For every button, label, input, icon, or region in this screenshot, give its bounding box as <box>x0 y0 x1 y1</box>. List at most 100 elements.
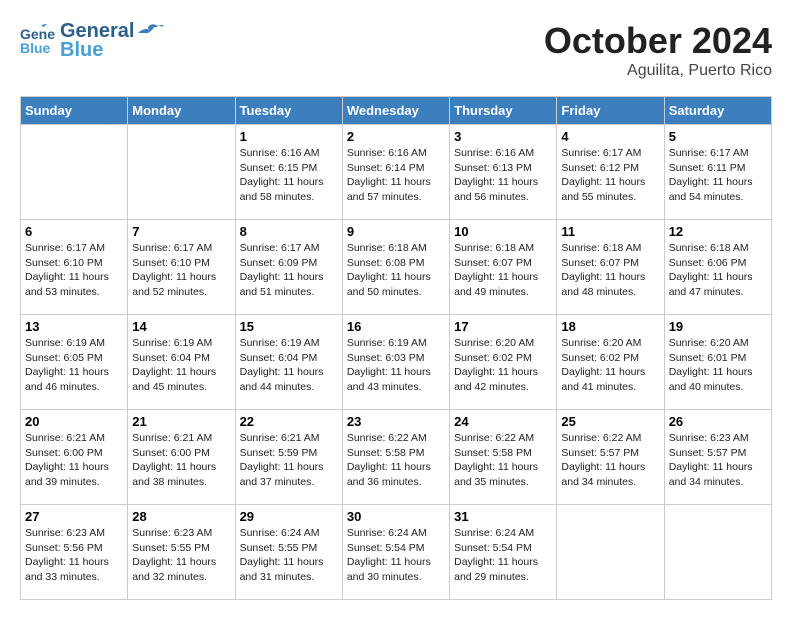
day-info: Sunrise: 6:22 AMSunset: 5:58 PMDaylight:… <box>347 431 445 490</box>
day-number: 23 <box>347 414 445 429</box>
day-number: 13 <box>25 319 123 334</box>
day-number: 4 <box>561 129 659 144</box>
day-number: 11 <box>561 224 659 239</box>
day-number: 10 <box>454 224 552 239</box>
calendar-cell: 9 Sunrise: 6:18 AMSunset: 6:08 PMDaylight… <box>342 220 449 315</box>
day-number: 20 <box>25 414 123 429</box>
calendar-cell: 5 Sunrise: 6:17 AMSunset: 6:11 PMDaylight… <box>664 125 771 220</box>
day-info: Sunrise: 6:18 AMSunset: 6:07 PMDaylight:… <box>454 241 552 300</box>
location: Aguilita, Puerto Rico <box>544 62 772 80</box>
calendar-cell: 1 Sunrise: 6:16 AMSunset: 6:15 PMDaylight… <box>235 125 342 220</box>
day-info: Sunrise: 6:17 AMSunset: 6:12 PMDaylight:… <box>561 146 659 205</box>
calendar-cell: 20 Sunrise: 6:21 AMSunset: 6:00 PMDayligh… <box>21 410 128 505</box>
day-info: Sunrise: 6:19 AMSunset: 6:04 PMDaylight:… <box>132 336 230 395</box>
calendar-cell <box>664 505 771 600</box>
day-info: Sunrise: 6:24 AMSunset: 5:54 PMDaylight:… <box>454 526 552 585</box>
day-number: 5 <box>669 129 767 144</box>
calendar-cell: 27Sunrise: 6:23 AMSunset: 5:56 PMDayligh… <box>21 505 128 600</box>
day-info: Sunrise: 6:19 AMSunset: 6:04 PMDaylight:… <box>240 336 338 395</box>
day-info: Sunrise: 6:17 AMSunset: 6:11 PMDaylight:… <box>669 146 767 205</box>
day-info: Sunrise: 6:16 AMSunset: 6:13 PMDaylight:… <box>454 146 552 205</box>
calendar-cell: 25Sunrise: 6:22 AMSunset: 5:57 PMDayligh… <box>557 410 664 505</box>
page-header: General Blue General Blue October 2024 A… <box>20 20 772 80</box>
day-number: 16 <box>347 319 445 334</box>
day-number: 25 <box>561 414 659 429</box>
day-number: 24 <box>454 414 552 429</box>
day-info: Sunrise: 6:24 AMSunset: 5:55 PMDaylight:… <box>240 526 338 585</box>
calendar-cell: 28 Sunrise: 6:23 AMSunset: 5:55 PMDayligh… <box>128 505 235 600</box>
day-number: 27 <box>25 509 123 524</box>
day-info: Sunrise: 6:21 AMSunset: 5:59 PMDaylight:… <box>240 431 338 490</box>
calendar-cell <box>21 125 128 220</box>
day-info: Sunrise: 6:23 AMSunset: 5:57 PMDaylight:… <box>669 431 767 490</box>
weekday-header: Sunday <box>21 97 128 125</box>
day-info: Sunrise: 6:22 AMSunset: 5:58 PMDaylight:… <box>454 431 552 490</box>
calendar-cell: 11 Sunrise: 6:18 AMSunset: 6:07 PMDayligh… <box>557 220 664 315</box>
day-info: Sunrise: 6:18 AMSunset: 6:07 PMDaylight:… <box>561 241 659 300</box>
calendar-cell: 3 Sunrise: 6:16 AMSunset: 6:13 PMDaylight… <box>450 125 557 220</box>
day-number: 8 <box>240 224 338 239</box>
day-info: Sunrise: 6:17 AMSunset: 6:10 PMDaylight:… <box>25 241 123 300</box>
calendar-cell: 22 Sunrise: 6:21 AMSunset: 5:59 PMDayligh… <box>235 410 342 505</box>
weekday-header: Monday <box>128 97 235 125</box>
calendar-cell: 13 Sunrise: 6:19 AMSunset: 6:05 PMDayligh… <box>21 315 128 410</box>
day-number: 15 <box>240 319 338 334</box>
day-number: 17 <box>454 319 552 334</box>
calendar-week-row: 27Sunrise: 6:23 AMSunset: 5:56 PMDayligh… <box>21 505 772 600</box>
day-number: 1 <box>240 129 338 144</box>
calendar-cell: 4 Sunrise: 6:17 AMSunset: 6:12 PMDaylight… <box>557 125 664 220</box>
weekday-header: Saturday <box>664 97 771 125</box>
calendar-week-row: 6Sunrise: 6:17 AMSunset: 6:10 PMDaylight… <box>21 220 772 315</box>
day-number: 12 <box>669 224 767 239</box>
calendar-cell: 23 Sunrise: 6:22 AMSunset: 5:58 PMDayligh… <box>342 410 449 505</box>
day-info: Sunrise: 6:21 AMSunset: 6:00 PMDaylight:… <box>25 431 123 490</box>
logo: General Blue General Blue <box>20 20 164 62</box>
calendar-cell: 29Sunrise: 6:24 AMSunset: 5:55 PMDayligh… <box>235 505 342 600</box>
calendar-cell: 8 Sunrise: 6:17 AMSunset: 6:09 PMDaylight… <box>235 220 342 315</box>
day-info: Sunrise: 6:16 AMSunset: 6:14 PMDaylight:… <box>347 146 445 205</box>
calendar-week-row: 13 Sunrise: 6:19 AMSunset: 6:05 PMDayligh… <box>21 315 772 410</box>
calendar-cell: 26 Sunrise: 6:23 AMSunset: 5:57 PMDayligh… <box>664 410 771 505</box>
day-number: 7 <box>132 224 230 239</box>
day-number: 3 <box>454 129 552 144</box>
day-info: Sunrise: 6:18 AMSunset: 6:08 PMDaylight:… <box>347 241 445 300</box>
calendar-table: SundayMondayTuesdayWednesdayThursdayFrid… <box>20 96 772 600</box>
calendar-cell: 24 Sunrise: 6:22 AMSunset: 5:58 PMDayligh… <box>450 410 557 505</box>
day-number: 28 <box>132 509 230 524</box>
day-number: 9 <box>347 224 445 239</box>
day-number: 22 <box>240 414 338 429</box>
calendar-cell: 16Sunrise: 6:19 AMSunset: 6:03 PMDayligh… <box>342 315 449 410</box>
month-title: October 2024 <box>544 20 772 62</box>
calendar-cell: 10 Sunrise: 6:18 AMSunset: 6:07 PMDayligh… <box>450 220 557 315</box>
calendar-cell: 30Sunrise: 6:24 AMSunset: 5:54 PMDayligh… <box>342 505 449 600</box>
calendar-cell: 17 Sunrise: 6:20 AMSunset: 6:02 PMDayligh… <box>450 315 557 410</box>
calendar-cell: 14Sunrise: 6:19 AMSunset: 6:04 PMDayligh… <box>128 315 235 410</box>
weekday-header: Thursday <box>450 97 557 125</box>
day-info: Sunrise: 6:20 AMSunset: 6:02 PMDaylight:… <box>454 336 552 395</box>
day-number: 19 <box>669 319 767 334</box>
title-block: October 2024 Aguilita, Puerto Rico <box>544 20 772 80</box>
calendar-cell: 6Sunrise: 6:17 AMSunset: 6:10 PMDaylight… <box>21 220 128 315</box>
calendar-cell <box>128 125 235 220</box>
weekday-header: Tuesday <box>235 97 342 125</box>
day-info: Sunrise: 6:19 AMSunset: 6:05 PMDaylight:… <box>25 336 123 395</box>
day-info: Sunrise: 6:24 AMSunset: 5:54 PMDaylight:… <box>347 526 445 585</box>
calendar-cell: 15 Sunrise: 6:19 AMSunset: 6:04 PMDayligh… <box>235 315 342 410</box>
calendar-header-row: SundayMondayTuesdayWednesdayThursdayFrid… <box>21 97 772 125</box>
calendar-cell <box>557 505 664 600</box>
day-info: Sunrise: 6:17 AMSunset: 6:09 PMDaylight:… <box>240 241 338 300</box>
weekday-header: Friday <box>557 97 664 125</box>
calendar-cell: 2 Sunrise: 6:16 AMSunset: 6:14 PMDaylight… <box>342 125 449 220</box>
day-number: 26 <box>669 414 767 429</box>
day-info: Sunrise: 6:16 AMSunset: 6:15 PMDaylight:… <box>240 146 338 205</box>
day-number: 2 <box>347 129 445 144</box>
calendar-cell: 18Sunrise: 6:20 AMSunset: 6:02 PMDayligh… <box>557 315 664 410</box>
calendar-cell: 7Sunrise: 6:17 AMSunset: 6:10 PMDaylight… <box>128 220 235 315</box>
svg-text:Blue: Blue <box>20 40 51 56</box>
calendar-cell: 19Sunrise: 6:20 AMSunset: 6:01 PMDayligh… <box>664 315 771 410</box>
day-info: Sunrise: 6:20 AMSunset: 6:02 PMDaylight:… <box>561 336 659 395</box>
weekday-header: Wednesday <box>342 97 449 125</box>
day-info: Sunrise: 6:21 AMSunset: 6:00 PMDaylight:… <box>132 431 230 490</box>
calendar-week-row: 20 Sunrise: 6:21 AMSunset: 6:00 PMDayligh… <box>21 410 772 505</box>
day-info: Sunrise: 6:23 AMSunset: 5:55 PMDaylight:… <box>132 526 230 585</box>
